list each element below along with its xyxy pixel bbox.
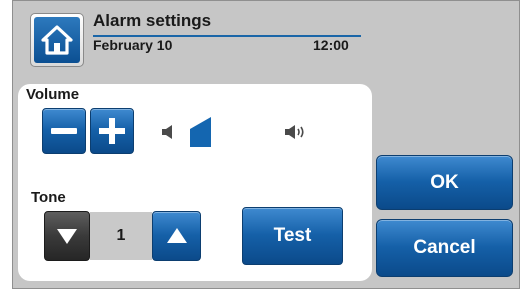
tone-value: 1 — [90, 212, 152, 260]
volume-level-indicator — [190, 117, 211, 147]
test-button[interactable]: Test — [242, 207, 343, 265]
ok-button[interactable]: OK — [376, 155, 513, 210]
tone-decrease-button[interactable] — [44, 211, 90, 261]
speaker-low-icon — [162, 125, 172, 139]
arrow-down-icon — [57, 229, 77, 244]
home-icon-frame — [34, 17, 80, 63]
volume-label: Volume — [26, 86, 80, 103]
tone-increase-button[interactable] — [152, 211, 201, 261]
page-title: Alarm settings — [93, 11, 212, 30]
tone-label: Tone — [31, 189, 66, 206]
speaker-high-icon — [285, 125, 304, 139]
volume-decrease-button[interactable] — [42, 108, 86, 154]
cancel-button[interactable]: Cancel — [376, 219, 513, 277]
home-button[interactable] — [30, 13, 84, 67]
home-icon — [41, 25, 73, 55]
volume-increase-button[interactable] — [90, 108, 134, 154]
time-display: 12:00 — [313, 37, 349, 53]
arrow-up-icon — [166, 228, 187, 243]
minus-icon — [51, 128, 77, 134]
date-display: February 10 — [93, 37, 173, 53]
alarm-settings-screen: Alarm settings February 10 12:00 Volume … — [12, 0, 520, 289]
plus-icon — [99, 118, 125, 144]
settings-panel: Volume Tone 1 Test — [18, 84, 372, 281]
